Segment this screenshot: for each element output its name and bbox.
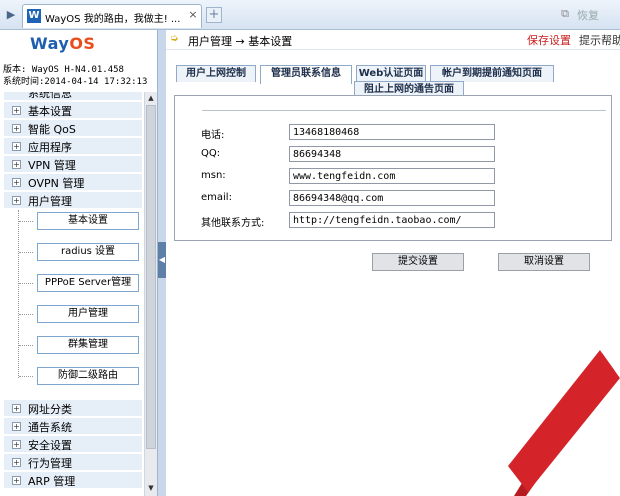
expand-plus-icon[interactable]: + <box>12 422 21 431</box>
sidebar-group-behavior[interactable]: + 行为管理 <box>4 454 142 471</box>
tab-admin-contact[interactable]: 管理员联系信息 <box>260 65 352 84</box>
main-content: ➭ 用户管理 → 基本设置 保存设置 提示帮助 用户上网控制 管理员联系信息 W… <box>166 30 620 496</box>
expand-plus-icon[interactable]: + <box>12 160 21 169</box>
browser-tab[interactable]: W WayOS 我的路由，我做主! ... × <box>22 4 202 28</box>
restore-icon[interactable]: ⧉ <box>558 7 572 21</box>
new-tab-button[interactable]: + <box>206 7 222 23</box>
sidebar-group-applications[interactable]: + 应用程序 <box>4 138 142 155</box>
sidebar-scrollbar[interactable]: ▲ ▼ <box>144 92 157 496</box>
browser-tab-strip: ▶ W WayOS 我的路由，我做主! ... × + ⧉ 恢复 <box>0 0 620 30</box>
close-tab-icon[interactable]: × <box>186 8 200 22</box>
sidebar-item-basic-settings[interactable]: 基本设置 <box>37 212 139 230</box>
sidebar-item-pppoe-server[interactable]: PPPoE Server管理 <box>37 274 139 292</box>
expand-plus-icon[interactable]: + <box>12 458 21 467</box>
tab-list-icon[interactable]: ▶ <box>3 7 19 23</box>
tree-connector-dash <box>19 221 33 222</box>
sidebar-group-label: 用户管理 <box>28 195 72 208</box>
logo-part-way: Way <box>30 34 70 53</box>
tree-connector-dash <box>19 314 33 315</box>
tree-connector-dash <box>19 345 33 346</box>
wayos-favicon-icon: W <box>27 9 41 23</box>
tree-connector-line <box>18 210 19 378</box>
browser-tab-title: WayOS 我的路由，我做主! ... <box>45 14 181 25</box>
tab-expiry-notice-page[interactable]: 帐户到期提前通知页面 <box>430 65 554 82</box>
system-time: 系统时间:2014-04-14 17:32:13 <box>3 77 148 87</box>
tree-connector-dash <box>19 376 33 377</box>
help-link[interactable]: 提示帮助 <box>579 32 620 48</box>
breadcrumb: 用户管理 → 基本设置 <box>188 35 293 48</box>
sidebar-group-label: 基本设置 <box>28 105 72 118</box>
sidebar-menu: 系统信息 + 基本设置 + 智能 QoS + 应用程序 + VPN 管理 + O… <box>0 92 158 496</box>
sidebar-group-label: ARP 管理 <box>28 475 76 488</box>
sidebar-group-label: OVPN 管理 <box>28 177 85 190</box>
collapse-sidebar-icon[interactable]: ◀ <box>158 242 166 278</box>
other-contact-field[interactable] <box>289 212 495 228</box>
sidebar-group-smart-qos[interactable]: + 智能 QoS <box>4 120 142 137</box>
expand-plus-icon[interactable]: + <box>12 196 21 205</box>
expand-plus-icon[interactable]: + <box>12 404 21 413</box>
panel-splitter[interactable]: ◀ <box>158 30 166 496</box>
sidebar-item-radius[interactable]: radius 设置 <box>37 243 139 261</box>
other-contact-label: 其他联系方式: <box>201 218 265 229</box>
breadcrumb-bar: ➭ 用户管理 → 基本设置 保存设置 提示帮助 <box>166 30 620 50</box>
scroll-down-icon[interactable]: ▼ <box>145 482 157 494</box>
email-label: email: <box>201 192 232 203</box>
tree-connector-dash <box>19 283 33 284</box>
phone-label: 电话: <box>201 130 225 141</box>
sidebar-item-user-management[interactable]: 用户管理 <box>37 305 139 323</box>
expand-plus-icon[interactable]: + <box>12 178 21 187</box>
sidebar-group-label: 网址分类 <box>28 403 72 416</box>
admin-contact-form: 电话: QQ: msn: email: 其他联系方式: <box>174 95 612 241</box>
submit-button[interactable]: 提交设置 <box>372 253 464 271</box>
phone-field[interactable] <box>289 124 495 140</box>
sidebar-group-label: 系统信息 <box>28 92 72 100</box>
sidebar-group-url-category[interactable]: + 网址分类 <box>4 400 142 417</box>
form-divider <box>202 110 606 111</box>
sidebar-group-label: 应用程序 <box>28 141 72 154</box>
save-settings-link[interactable]: 保存设置 <box>527 32 571 48</box>
sidebar-group-ovpn[interactable]: + OVPN 管理 <box>4 174 142 191</box>
scroll-thumb[interactable] <box>146 105 156 449</box>
qq-field[interactable] <box>289 146 495 162</box>
expand-plus-icon[interactable]: + <box>12 142 21 151</box>
expand-plus-icon[interactable]: + <box>12 124 21 133</box>
restore-button[interactable]: 恢复 <box>577 7 599 23</box>
left-sidebar: WayOS 版本: WayOS H-N4.01.458 系统时间:2014-04… <box>0 30 158 496</box>
sidebar-group-label: VPN 管理 <box>28 159 76 172</box>
msn-field[interactable] <box>289 168 495 184</box>
expand-plus-icon[interactable]: + <box>12 106 21 115</box>
sidebar-group-label: 行为管理 <box>28 457 72 470</box>
breadcrumb-arrow-icon: ➭ <box>170 33 179 44</box>
tab-user-access-control[interactable]: 用户上网控制 <box>176 65 256 82</box>
cancel-button[interactable]: 取消设置 <box>498 253 590 271</box>
sidebar-group-vpn[interactable]: + VPN 管理 <box>4 156 142 173</box>
sidebar-group-basic-settings[interactable]: + 基本设置 <box>4 102 142 119</box>
sidebar-group-label: 智能 QoS <box>28 123 76 136</box>
sidebar-group-security[interactable]: + 安全设置 <box>4 436 142 453</box>
scroll-up-icon[interactable]: ▲ <box>145 92 157 104</box>
email-field[interactable] <box>289 190 495 206</box>
sidebar-group-system-info[interactable]: 系统信息 <box>4 92 142 101</box>
sidebar-item-defend-router[interactable]: 防御二级路由 <box>37 367 139 385</box>
sidebar-group-label: 安全设置 <box>28 439 72 452</box>
expand-plus-icon[interactable]: + <box>12 440 21 449</box>
msn-label: msn: <box>201 170 226 181</box>
sidebar-group-user-management[interactable]: + 用户管理 <box>4 192 142 209</box>
sidebar-group-label: 通告系统 <box>28 421 72 434</box>
sidebar-group-arp[interactable]: + ARP 管理 <box>4 472 142 489</box>
expand-plus-icon[interactable]: + <box>12 476 21 485</box>
sidebar-item-cluster[interactable]: 群集管理 <box>37 336 139 354</box>
tree-connector-dash <box>19 252 33 253</box>
qq-label: QQ: <box>201 148 221 159</box>
sidebar-group-notice-system[interactable]: + 通告系统 <box>4 418 142 435</box>
logo-part-os: OS <box>69 34 96 53</box>
wayos-logo: WayOS <box>30 34 120 56</box>
tab-web-auth-page[interactable]: Web认证页面 <box>356 65 426 82</box>
